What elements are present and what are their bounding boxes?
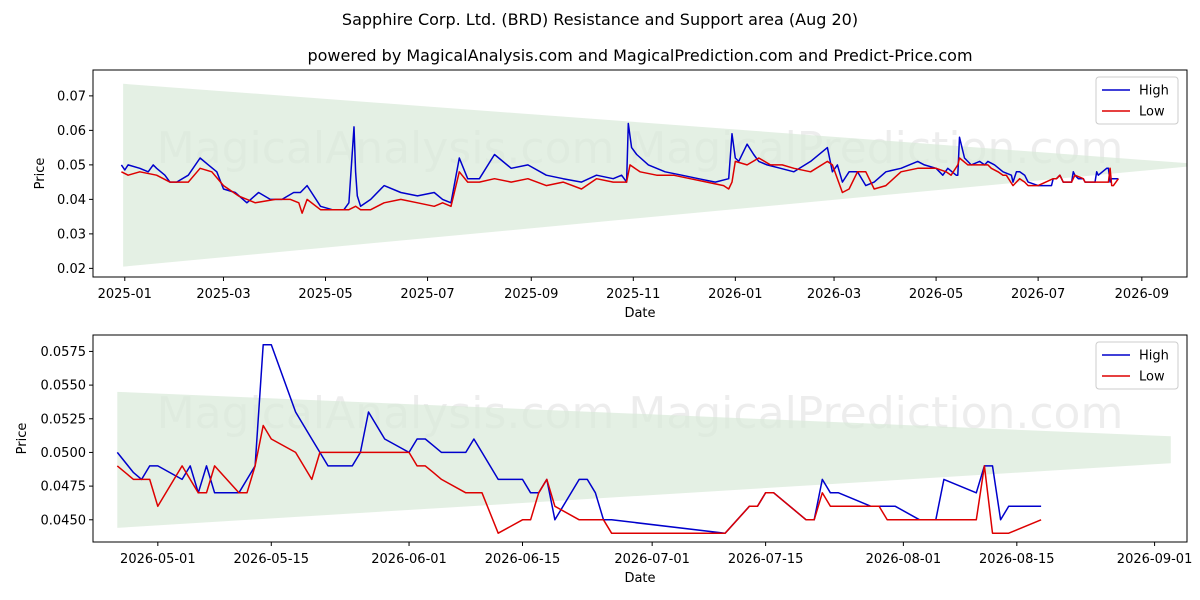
y-tick-label: 0.0525 (41, 412, 87, 427)
x-tick-label: 2025-09 (504, 287, 558, 302)
y-tick-label: 0.06 (57, 124, 86, 139)
x-tick-label: 2025-05 (298, 287, 352, 302)
x-tick-label: 2026-09 (1115, 287, 1169, 302)
y-tick-label: 0.0575 (41, 345, 87, 360)
legend-label-low: Low (1139, 370, 1165, 385)
x-tick-label: 2025-01 (98, 287, 152, 302)
figure: Sapphire Corp. Ltd. (BRD) Resistance and… (15, 10, 1193, 586)
x-tick-label: 2026-06-01 (371, 552, 447, 567)
x-tick-label: 2026-05-01 (120, 552, 196, 567)
y-tick-label: 0.0500 (41, 446, 87, 461)
x-tick-label: 2026-07 (1011, 287, 1065, 302)
x-tick-label: 2026-07-15 (728, 552, 804, 567)
legend-label-low: Low (1139, 105, 1165, 120)
legend-label-high: High (1139, 84, 1169, 99)
y-tick-label: 0.04 (57, 193, 86, 208)
y-axis-label: Price (15, 423, 30, 455)
x-tick-label: 2025-03 (196, 287, 250, 302)
y-tick-label: 0.0450 (41, 513, 87, 528)
x-tick-label: 2025-11 (606, 287, 660, 302)
y-axis-label: Price (33, 158, 48, 190)
chart-subtitle: powered by MagicalAnalysis.com and Magic… (307, 46, 972, 65)
lower-chart: MagicalAnalysis.com MagicalPrediction.co… (15, 334, 1193, 586)
x-tick-label: 2026-03 (807, 287, 861, 302)
y-tick-label: 0.02 (57, 262, 86, 277)
chart-title: Sapphire Corp. Ltd. (BRD) Resistance and… (342, 10, 858, 29)
x-tick-label: 2026-05-15 (234, 552, 310, 567)
x-axis-label: Date (624, 571, 655, 586)
y-tick-label: 0.0550 (41, 379, 87, 394)
x-tick-label: 2026-07-01 (614, 552, 690, 567)
y-tick-label: 0.05 (57, 158, 86, 173)
x-tick-label: 2026-09-01 (1117, 552, 1193, 567)
y-tick-label: 0.0475 (41, 480, 87, 495)
x-axis-label: Date (624, 306, 655, 321)
legend-label-high: High (1139, 349, 1169, 364)
y-tick-label: 0.03 (57, 227, 86, 242)
x-tick-label: 2025-07 (400, 287, 454, 302)
x-tick-label: 2026-08-01 (866, 552, 942, 567)
x-tick-label: 2026-06-15 (485, 552, 561, 567)
x-tick-label: 2026-05 (909, 287, 963, 302)
x-tick-label: 2026-01 (708, 287, 762, 302)
upper-chart: MagicalAnalysis.com MagicalPrediction.co… (33, 69, 1188, 321)
legend: High Low (1095, 76, 1179, 125)
legend: High Low (1095, 341, 1179, 390)
x-tick-label: 2026-08-15 (979, 552, 1055, 567)
y-tick-label: 0.07 (57, 89, 86, 104)
